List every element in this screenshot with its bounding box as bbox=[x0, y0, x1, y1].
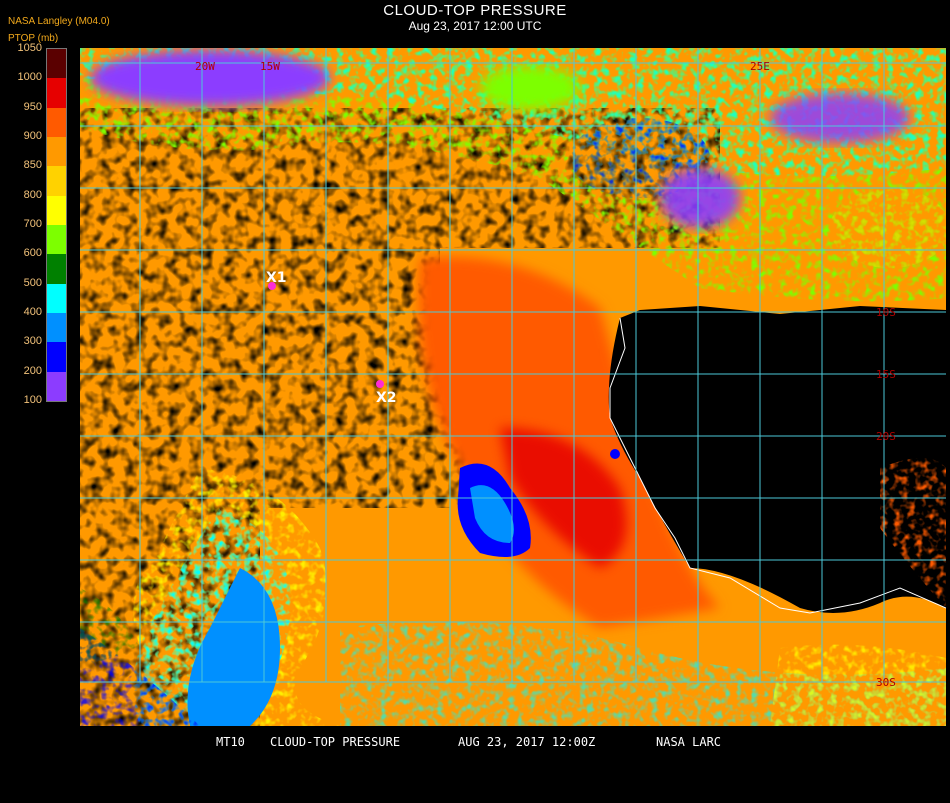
colorbar-segment bbox=[47, 224, 66, 255]
colorbar-segment bbox=[47, 195, 66, 225]
lat-label-10s: 10S bbox=[876, 306, 896, 319]
colorbar-tick-label: 700 bbox=[23, 218, 42, 230]
footer-org: NASA LARC bbox=[656, 735, 722, 749]
colorbar-segment bbox=[47, 78, 66, 108]
footer-date: AUG 23, 2017 12:00Z bbox=[458, 735, 596, 749]
lon-label-15w: 15W bbox=[260, 60, 280, 73]
colorbar-segment bbox=[47, 49, 66, 79]
colorbar-segment bbox=[47, 166, 66, 196]
colorbar-tick-label: 200 bbox=[23, 364, 42, 377]
colorbar-tick-label: 950 bbox=[23, 100, 42, 113]
colorbar-segment bbox=[47, 107, 66, 137]
colorbar-labels: 1050 1000 950 900 850 800 700 600 500 400 300 200 10… bbox=[0, 40, 42, 410]
colorbar-tick-label: 500 bbox=[23, 276, 42, 289]
colorbar-segment bbox=[47, 283, 66, 313]
lat-label-30s: 30S bbox=[876, 676, 896, 689]
source-label: NASA Langley (M04.0) bbox=[8, 16, 110, 27]
colorbar-tick-label: 800 bbox=[23, 188, 42, 201]
colorbar-tick-label: 100 bbox=[23, 394, 42, 406]
colorbar-segment bbox=[47, 342, 66, 372]
colorbar-tick-label: 300 bbox=[23, 335, 42, 348]
colorbar-tick-label: 400 bbox=[23, 306, 42, 318]
colorbar-tick-label: 1050 bbox=[17, 42, 42, 54]
colorbar bbox=[46, 48, 67, 402]
colorbar-segment bbox=[47, 312, 66, 343]
page-title: CLOUD-TOP PRESSURE bbox=[383, 2, 567, 19]
coastal-high-cloud-spot bbox=[610, 449, 620, 459]
lat-label-15s: 15S bbox=[876, 368, 896, 381]
satellite-map[interactable]: 20W 15W 25E 10S 15S 20S 30S X1 X2 bbox=[80, 48, 946, 726]
lon-label-25e: 25E bbox=[750, 60, 770, 73]
lat-label-20s: 20S bbox=[876, 430, 896, 443]
footer-product: MT10 bbox=[216, 735, 245, 749]
footer-bar: MT10 CLOUD-TOP PRESSURE AUG 23, 2017 12:… bbox=[0, 733, 950, 750]
timestamp-subtitle: Aug 23, 2017 12:00 UTC bbox=[408, 19, 542, 33]
colorbar-tick-label: 600 bbox=[23, 247, 42, 260]
marker-x2-label: X2 bbox=[376, 390, 397, 406]
footer-name: CLOUD-TOP PRESSURE bbox=[270, 735, 401, 749]
colorbar-tick-label: 850 bbox=[23, 159, 42, 172]
colorbar-segment bbox=[47, 371, 66, 401]
colorbar-segment bbox=[47, 136, 66, 167]
colorbar-tick-label: 900 bbox=[23, 130, 42, 142]
colorbar-segment bbox=[47, 254, 66, 284]
marker-x1-label: X1 bbox=[266, 270, 287, 286]
lon-label-20w: 20W bbox=[195, 60, 215, 73]
colorbar-tick-label: 1000 bbox=[17, 71, 42, 84]
